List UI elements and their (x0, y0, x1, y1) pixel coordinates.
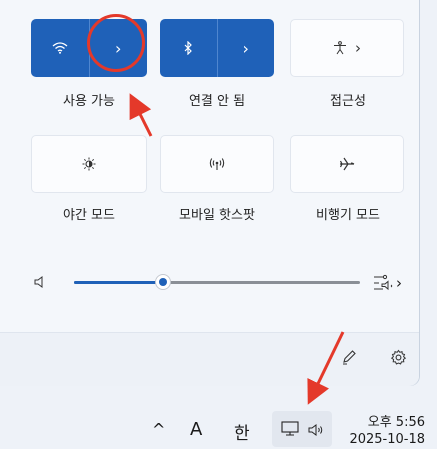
clock-time: 오후 5:56 (367, 415, 425, 430)
volume-icon (308, 424, 323, 436)
ime-mode-button[interactable]: 한 (234, 419, 250, 444)
annotation-arrow-wifi (129, 93, 153, 137)
show-hidden-icons-button[interactable]: ^ (152, 420, 165, 439)
clock-date: 2025-10-18 (349, 432, 425, 447)
annotation-arrow-tray (307, 331, 345, 405)
annotation-arrows (129, 93, 345, 405)
input-mode-button[interactable]: A (190, 419, 202, 440)
network-icon (281, 421, 299, 436)
clock[interactable]: 오후 5:56 2025-10-18 (349, 414, 425, 448)
